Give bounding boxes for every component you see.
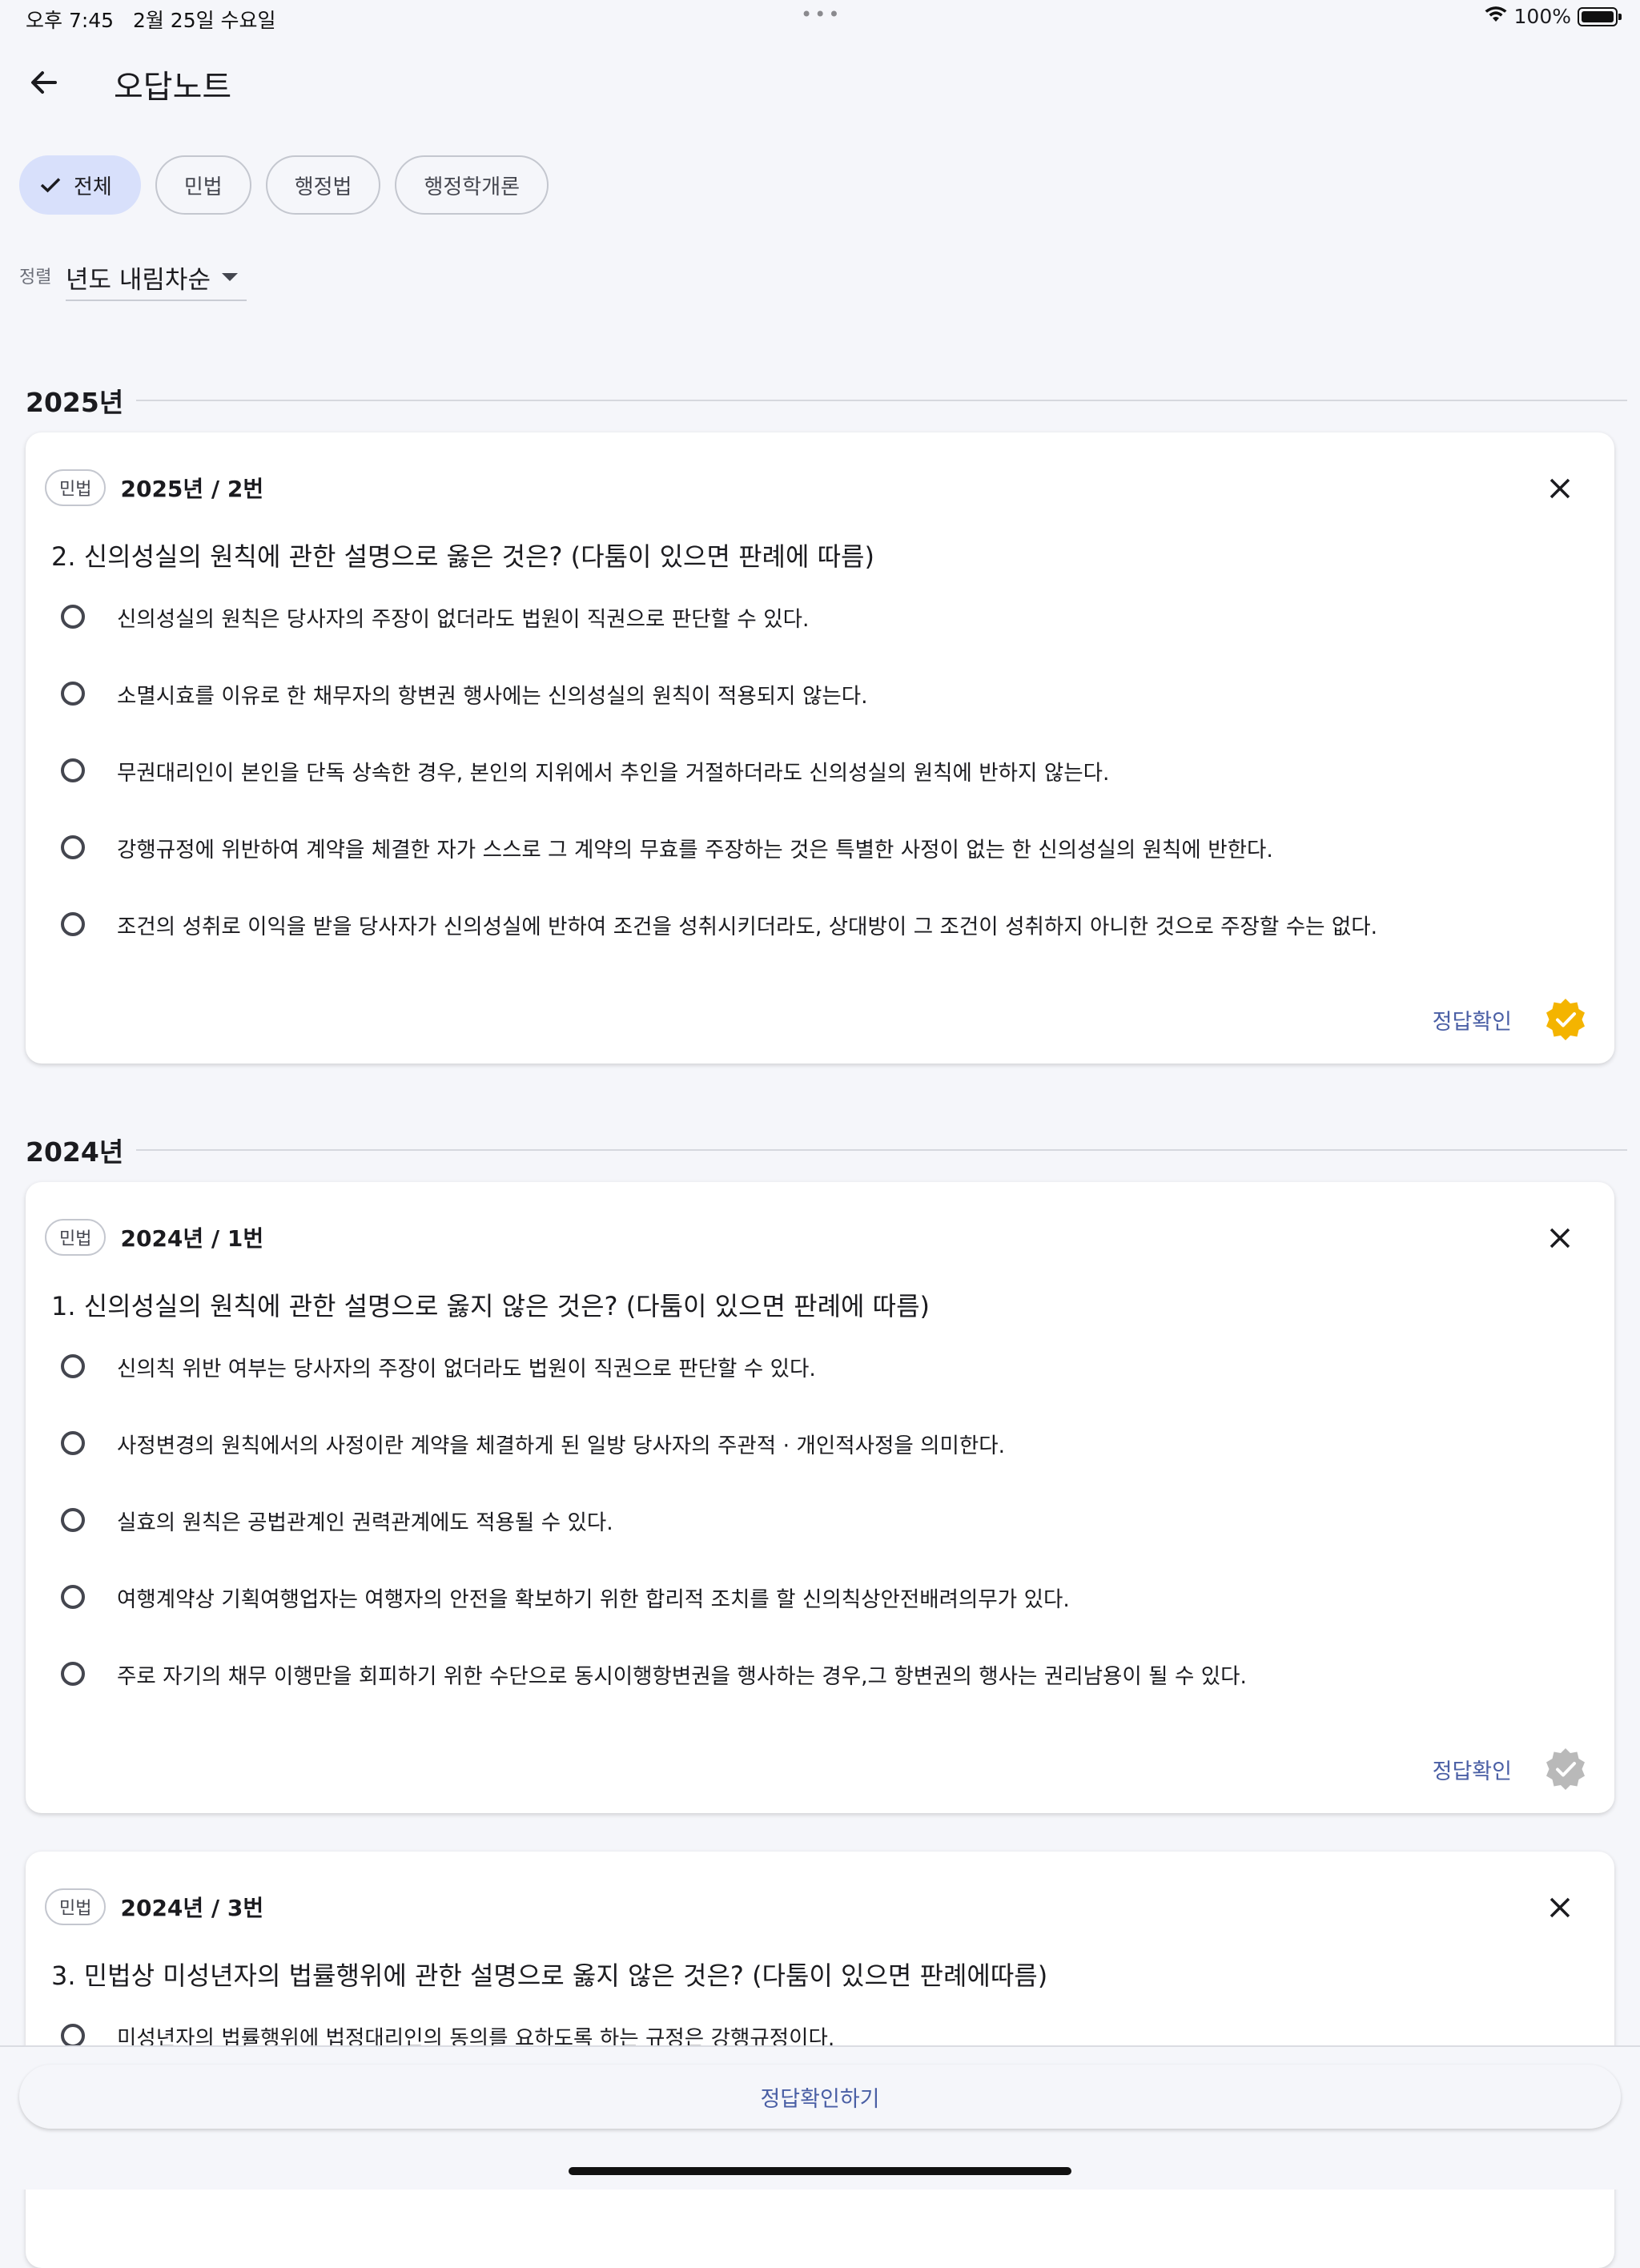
radio-button[interactable] — [61, 1662, 85, 1686]
question-card: 민법 2024년 / 1번 1. 신의성실의 원칙에 관한 설명으로 옳지 않은… — [26, 1182, 1614, 1813]
option-text: 강행규정에 위반하여 계약을 체결한 자가 스스로 그 계약의 무효를 주장하는… — [117, 837, 1273, 863]
option-text: 조건의 성취로 이익을 받을 당사자가 신의성실에 반하여 조건을 성취시키더라… — [117, 914, 1378, 939]
status-time: 오후 7:45 2월 25일 수요일 — [26, 5, 276, 34]
verified-badge-icon — [1546, 998, 1586, 1041]
battery-icon — [1578, 6, 1622, 26]
status-right: 100% — [1484, 5, 1622, 28]
radio-button[interactable] — [61, 1354, 85, 1378]
option-text: 여행계약상 기획여행업자는 여행자의 안전을 확보하기 위한 합리적 조치를 할… — [117, 1586, 1070, 1612]
subject-tag: 민법 — [45, 1219, 107, 1256]
option-text: 무권대리인이 본인을 단독 상속한 경우, 본인의 지위에서 추인을 거절하더라… — [117, 760, 1110, 786]
check-answer-link[interactable]: 정답확인 — [1433, 1004, 1512, 1035]
card-header: 민법 2024년 / 1번 — [45, 1219, 263, 1256]
radio-button[interactable] — [61, 2024, 85, 2048]
arrow-left-icon — [31, 71, 57, 94]
option-item[interactable]: 조건의 성취로 이익을 받을 당사자가 신의성실에 반하여 조건을 성취시키더라… — [61, 886, 1377, 963]
option-text: 사정변경의 원칙에서의 사정이란 계약을 체결하게 된 일방 당사자의 주관적 … — [117, 1433, 1006, 1458]
remove-button[interactable] — [1544, 472, 1576, 505]
status-clock: 오후 7:45 — [26, 9, 115, 32]
radio-button[interactable] — [61, 1585, 85, 1609]
question-meta: 2024년 / 1번 — [120, 1225, 264, 1252]
year-divider — [136, 400, 1627, 401]
radio-button[interactable] — [61, 605, 85, 629]
year-label: 2025년 — [26, 387, 124, 418]
bottom-bar: 정답확인하기 — [0, 2045, 1640, 2190]
radio-button[interactable] — [61, 1431, 85, 1455]
remove-button[interactable] — [1544, 1892, 1576, 1924]
card-header: 민법 2024년 / 3번 — [45, 1888, 263, 1925]
close-icon — [1550, 1897, 1570, 1918]
status-bar: 오후 7:45 2월 25일 수요일 ••• 100% — [0, 0, 1640, 37]
option-text: 주로 자기의 채무 이행만을 회피하기 위한 수단으로 동시이행항변권을 행사하… — [117, 1663, 1247, 1689]
home-indicator[interactable] — [569, 2167, 1071, 2175]
option-item[interactable]: 주로 자기의 채무 이행만을 회피하기 위한 수단으로 동시이행항변권을 행사하… — [61, 1635, 1247, 1712]
subject-tag: 민법 — [45, 469, 107, 506]
year-label: 2024년 — [26, 1136, 124, 1168]
radio-button[interactable] — [61, 912, 85, 936]
filter-chip-all[interactable]: 전체 — [19, 155, 141, 215]
wifi-icon — [1484, 5, 1508, 28]
check-answer-link[interactable]: 정답확인 — [1433, 1754, 1512, 1785]
card-header: 민법 2025년 / 2번 — [45, 469, 263, 506]
remove-button[interactable] — [1544, 1222, 1576, 1254]
multitasking-dots-icon[interactable]: ••• — [801, 3, 839, 26]
year-divider — [136, 1149, 1627, 1151]
sort-label: 정렬 — [19, 267, 52, 288]
check-answers-button[interactable]: 정답확인하기 — [19, 2065, 1621, 2129]
option-list: 신의성실의 원칙은 당사자의 주장이 없더라도 법원이 직권으로 판단할 수 있… — [61, 578, 1377, 963]
option-text: 소멸시효를 이유로 한 채무자의 항변권 행사에는 신의성실의 원칙이 적용되지… — [117, 683, 868, 709]
status-date: 2월 25일 수요일 — [132, 9, 276, 32]
filter-chip-public-administration[interactable]: 행정학개론 — [395, 155, 549, 215]
question-card: 민법 2025년 / 2번 2. 신의성실의 원칙에 관한 설명으로 옳은 것은… — [26, 432, 1614, 1064]
filter-chip-label: 행정법 — [294, 175, 352, 199]
subject-tag: 민법 — [45, 1888, 107, 1925]
question-meta: 2024년 / 3번 — [120, 1895, 264, 1921]
year-header-2025: 2025년 — [26, 383, 1627, 418]
question-meta: 2025년 / 2번 — [120, 476, 264, 502]
close-icon — [1550, 478, 1570, 499]
filter-chip-civil-law[interactable]: 민법 — [155, 155, 251, 215]
caret-down-icon — [221, 273, 238, 281]
option-item[interactable]: 무권대리인이 본인을 단독 상속한 경우, 본인의 지위에서 추인을 거절하더라… — [61, 732, 1377, 809]
back-button[interactable] — [18, 56, 70, 109]
filter-chip-label: 민법 — [183, 175, 223, 199]
sort-dropdown[interactable]: 년도 내림차순 — [66, 255, 247, 301]
filter-chips: 전체 민법 행정법 행정학개론 — [19, 155, 549, 215]
check-icon — [40, 177, 61, 193]
verified-badge-icon — [1546, 1747, 1586, 1791]
option-item[interactable]: 소멸시효를 이유로 한 채무자의 항변권 행사에는 신의성실의 원칙이 적용되지… — [61, 655, 1377, 732]
card-footer: 정답확인 — [1433, 1747, 1586, 1791]
filter-chip-label: 전체 — [74, 175, 112, 199]
question-text: 2. 신의성실의 원칙에 관한 설명으로 옳은 것은? (다툼이 있으면 판례에… — [51, 541, 874, 572]
filter-chip-label: 행정학개론 — [424, 175, 521, 199]
option-item[interactable]: 신의칙 위반 여부는 당사자의 주장이 없더라도 법원이 직권으로 판단할 수 … — [61, 1328, 1247, 1405]
option-item[interactable]: 강행규정에 위반하여 계약을 체결한 자가 스스로 그 계약의 무효를 주장하는… — [61, 809, 1377, 886]
option-list: 신의칙 위반 여부는 당사자의 주장이 없더라도 법원이 직권으로 판단할 수 … — [61, 1328, 1247, 1712]
option-item[interactable]: 실효의 원칙은 공법관계인 권력관계에도 적용될 수 있다. — [61, 1482, 1247, 1558]
filter-chip-administrative-law[interactable]: 행정법 — [265, 155, 381, 215]
question-text: 1. 신의성실의 원칙에 관한 설명으로 옳지 않은 것은? (다툼이 있으면 … — [51, 1291, 931, 1321]
close-icon — [1550, 1228, 1570, 1249]
option-item[interactable]: 사정변경의 원칙에서의 사정이란 계약을 체결하게 된 일방 당사자의 주관적 … — [61, 1405, 1247, 1482]
question-text: 3. 민법상 미성년자의 법률행위에 관한 설명으로 옳지 않은 것은? (다툼… — [51, 1960, 1048, 1991]
radio-button[interactable] — [61, 835, 85, 859]
year-header-2024: 2024년 — [26, 1132, 1627, 1168]
option-item[interactable]: 여행계약상 기획여행업자는 여행자의 안전을 확보하기 위한 합리적 조치를 할… — [61, 1558, 1247, 1635]
page-title: 오답노트 — [114, 69, 232, 106]
card-footer: 정답확인 — [1433, 998, 1586, 1041]
app-bar: 오답노트 — [0, 48, 1640, 117]
option-text: 신의칙 위반 여부는 당사자의 주장이 없더라도 법원이 직권으로 판단할 수 … — [117, 1356, 816, 1381]
radio-button[interactable] — [61, 758, 85, 782]
battery-percent: 100% — [1513, 5, 1571, 28]
radio-button[interactable] — [61, 1508, 85, 1532]
radio-button[interactable] — [61, 682, 85, 706]
option-text: 실효의 원칙은 공법관계인 권력관계에도 적용될 수 있다. — [117, 1510, 613, 1535]
option-text: 신의성실의 원칙은 당사자의 주장이 없더라도 법원이 직권으로 판단할 수 있… — [117, 606, 810, 632]
sort-value: 년도 내림차순 — [66, 265, 211, 295]
option-item[interactable]: 신의성실의 원칙은 당사자의 주장이 없더라도 법원이 직권으로 판단할 수 있… — [61, 578, 1377, 655]
